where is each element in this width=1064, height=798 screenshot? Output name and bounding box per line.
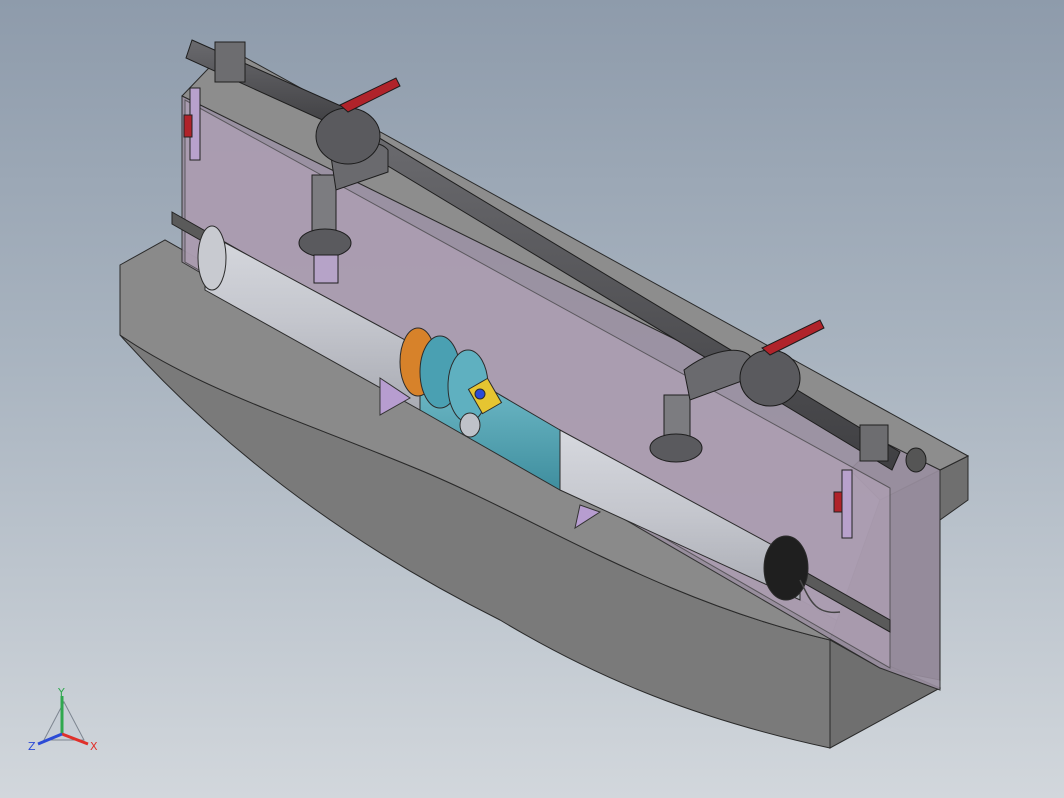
valve-handle-left [339,77,401,113]
flange-left [298,228,352,258]
end-cap-right [763,535,809,601]
triad-x-label: X [90,740,98,753]
flange-right [649,433,703,463]
triad-y-label: Y [57,686,65,699]
orientation-triad[interactable]: Y X Z [28,686,98,753]
tee-fitting-right [859,424,889,462]
triad-z-label: Z [28,740,36,753]
pipe-end-left [197,225,227,291]
valve-handle-right [761,319,825,356]
tee-fitting-left [214,41,246,83]
assembly-drawing: Y X Z [28,39,970,753]
label-logo-icon [474,388,486,400]
side-port [459,412,481,438]
upper-pipe-end [905,447,927,473]
cad-viewport[interactable]: Y X Z [0,0,1064,798]
